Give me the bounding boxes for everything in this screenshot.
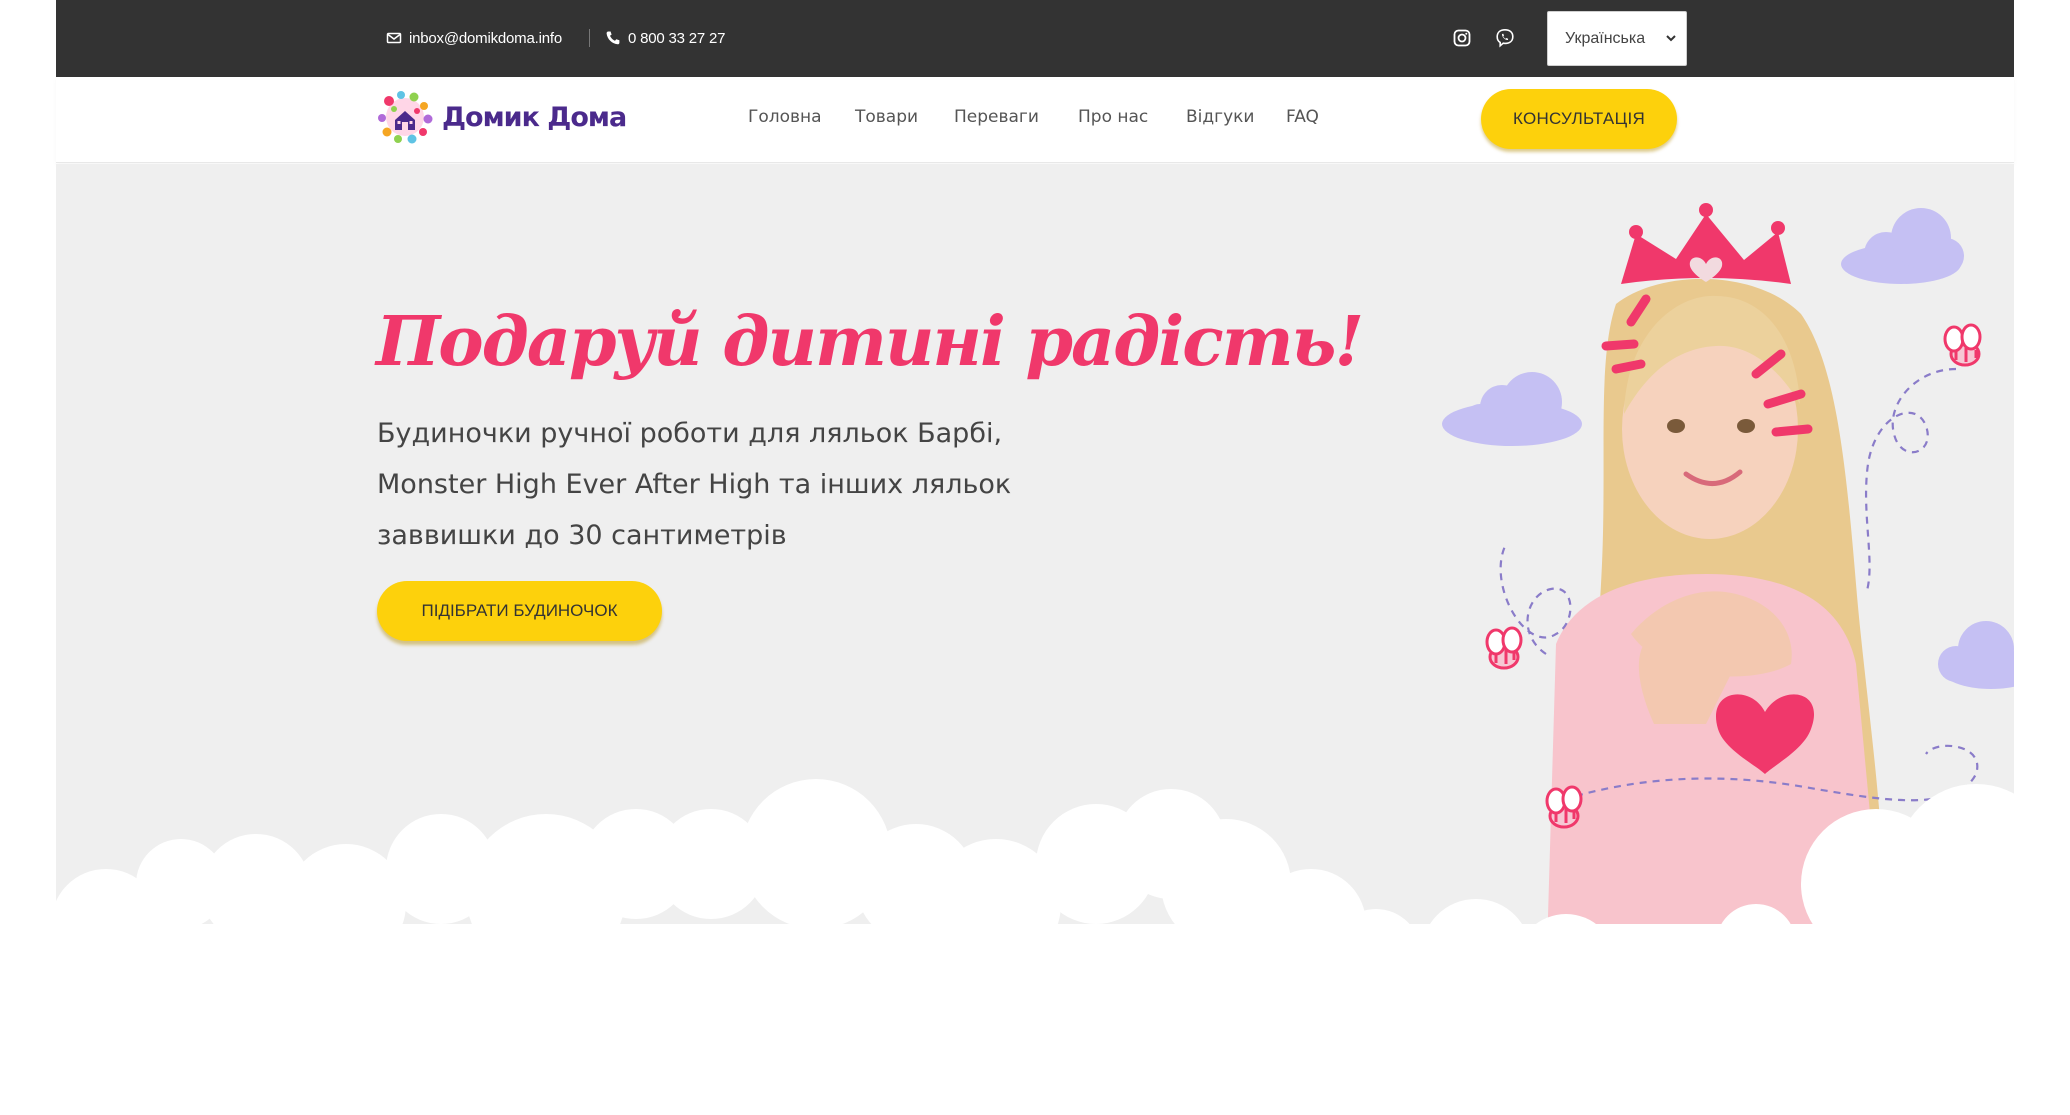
hero-title: Подаруй дитині радість! — [376, 302, 1364, 382]
page: inbox@domikdoma.info 0 800 33 27 27 Укра… — [56, 0, 2014, 1115]
phone-text: 0 800 33 27 27 — [628, 29, 726, 47]
crown-icon — [1621, 203, 1791, 284]
nav-home[interactable]: Головна — [748, 107, 822, 127]
consultation-button[interactable]: КОНСУЛЬТАЦІЯ — [1481, 89, 1677, 149]
nav-products[interactable]: Товари — [855, 107, 918, 127]
nav-about[interactable]: Про нас — [1078, 107, 1148, 127]
phone-link[interactable]: 0 800 33 27 27 — [605, 27, 725, 49]
language-value: Українська — [1565, 29, 1646, 47]
nav-advantages[interactable]: Переваги — [954, 107, 1039, 127]
divider — [589, 29, 590, 47]
logo[interactable]: Домик Дома — [376, 89, 627, 145]
main-navigation: Домик Дома Головна Товари Переваги Про н… — [56, 77, 2014, 163]
language-select[interactable]: Українська — [1547, 11, 1687, 66]
hero-section: Подаруй дитині радість! Будиночки ручної… — [56, 164, 2014, 1115]
top-bar: inbox@domikdoma.info 0 800 33 27 27 Укра… — [56, 0, 2014, 77]
instagram-icon[interactable] — [1450, 26, 1474, 50]
chevron-down-icon — [1666, 35, 1676, 42]
email-link[interactable]: inbox@domikdoma.info — [386, 27, 562, 49]
pick-house-button[interactable]: ПІДІБРАТИ БУДИНОЧОК — [377, 581, 662, 641]
subtitle-line: Monster High Ever After High та інших ля… — [377, 469, 1012, 500]
logo-text: Домик Дома — [442, 101, 627, 133]
email-text: inbox@domikdoma.info — [409, 29, 562, 47]
logo-icon — [378, 91, 433, 144]
nav-reviews[interactable]: Відгуки — [1186, 107, 1254, 127]
nav-faq[interactable]: FAQ — [1286, 107, 1319, 127]
phone-icon — [605, 30, 621, 46]
subtitle-line: Будиночки ручної роботи для ляльок Барбі… — [377, 418, 1003, 449]
mail-icon — [386, 30, 402, 46]
hero-subtitle: Будиночки ручної роботи для ляльок Барбі… — [377, 408, 1137, 561]
subtitle-line: заввишки до 30 сантиметрів — [377, 520, 787, 551]
viber-icon[interactable] — [1493, 26, 1517, 50]
